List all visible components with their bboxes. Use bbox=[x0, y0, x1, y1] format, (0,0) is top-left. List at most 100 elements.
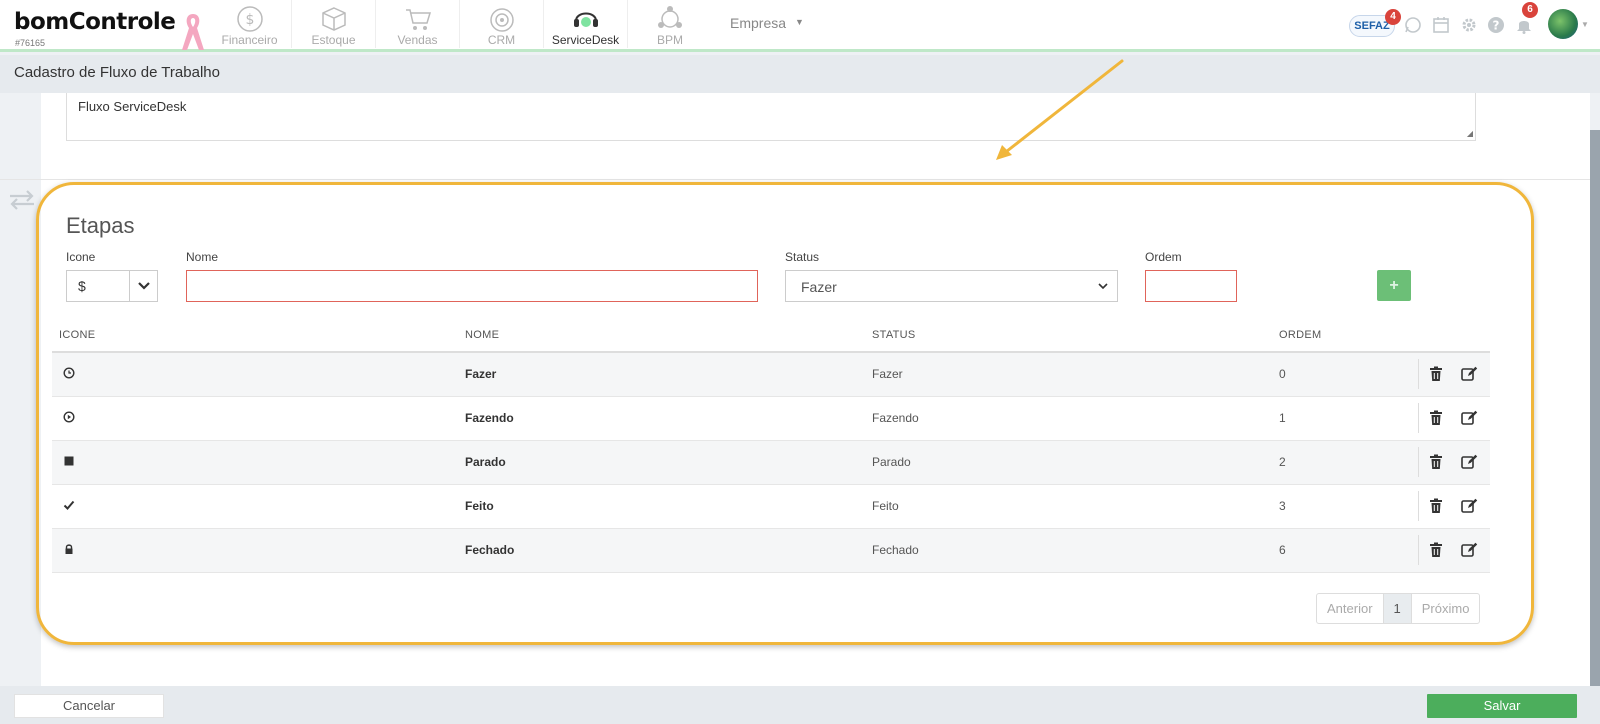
nav-servicedesk[interactable]: ServiceDesk bbox=[544, 0, 628, 48]
footer-bar: Cancelar Salvar bbox=[0, 686, 1600, 724]
ordem-input[interactable] bbox=[1145, 270, 1237, 302]
edit-icon[interactable] bbox=[1461, 410, 1478, 426]
trash-icon[interactable] bbox=[1429, 366, 1443, 382]
divider bbox=[0, 179, 1590, 180]
chevron-down-icon[interactable] bbox=[137, 277, 151, 295]
cancel-button[interactable]: Cancelar bbox=[14, 694, 164, 718]
edit-icon[interactable] bbox=[1461, 366, 1478, 382]
ordem-label: Ordem bbox=[1145, 250, 1182, 264]
table-header: ICONE NOME STATUS ORDEM bbox=[52, 320, 1490, 353]
add-etapa-button[interactable]: + bbox=[1377, 270, 1411, 301]
row-status: Feito bbox=[872, 499, 899, 513]
avatar[interactable] bbox=[1548, 9, 1578, 39]
nav-bpm[interactable]: BPM bbox=[628, 0, 712, 48]
table-row: Feito Feito 3 bbox=[52, 485, 1490, 529]
nav-estoque[interactable]: Estoque bbox=[292, 0, 376, 48]
nav-label: Vendas bbox=[397, 33, 438, 47]
sefaz-badge: 4 bbox=[1385, 9, 1401, 25]
row-status: Fechado bbox=[872, 543, 919, 557]
swap-arrows-icon[interactable] bbox=[8, 189, 36, 211]
pink-ribbon-icon bbox=[182, 14, 204, 50]
row-status: Fazer bbox=[872, 367, 903, 381]
svg-text:$: $ bbox=[246, 12, 255, 28]
trash-icon[interactable] bbox=[1429, 542, 1443, 558]
divider bbox=[1418, 403, 1419, 433]
nav-crm[interactable]: CRM bbox=[460, 0, 544, 48]
row-nome: Fazer bbox=[465, 367, 497, 381]
edit-icon[interactable] bbox=[1461, 542, 1478, 558]
divider bbox=[1418, 491, 1419, 521]
nome-input[interactable] bbox=[186, 270, 758, 302]
calendar-icon[interactable] bbox=[1432, 16, 1450, 34]
dollar-coin-icon: $ bbox=[237, 6, 263, 32]
table-row: Fazer Fazer 0 bbox=[52, 353, 1490, 397]
table-row: Fazendo Fazendo 1 bbox=[52, 397, 1490, 441]
clock-icon bbox=[63, 367, 75, 379]
brand-logo[interactable]: bomControle bbox=[14, 9, 176, 35]
table-row: Parado Parado 2 bbox=[52, 441, 1490, 485]
column-header: ICONE bbox=[59, 329, 96, 341]
caret-down-icon[interactable]: ▼ bbox=[1581, 20, 1589, 29]
nav-vendas[interactable]: Vendas bbox=[376, 0, 460, 48]
trash-icon[interactable] bbox=[1429, 454, 1443, 470]
nav-label: BPM bbox=[656, 33, 683, 47]
box-icon bbox=[322, 7, 346, 31]
icon-select-value: $ bbox=[78, 278, 86, 294]
nav-label: ServiceDesk bbox=[551, 33, 620, 47]
headset-icon bbox=[574, 12, 598, 27]
row-ordem: 3 bbox=[1279, 499, 1286, 513]
nav-financeiro[interactable]: $ Financeiro bbox=[208, 0, 292, 48]
row-ordem: 1 bbox=[1279, 411, 1286, 425]
section-title: Etapas bbox=[66, 213, 135, 238]
row-status: Parado bbox=[872, 455, 911, 469]
nav-label: CRM bbox=[487, 33, 516, 47]
row-nome: Fechado bbox=[465, 543, 515, 557]
page-title-bar: Cadastro de Fluxo de Trabalho bbox=[0, 55, 1600, 93]
description-textarea[interactable]: Fluxo ServiceDesk ◢ bbox=[66, 93, 1476, 141]
nav-label: Estoque bbox=[311, 33, 356, 47]
whatsapp-icon[interactable] bbox=[1404, 16, 1422, 34]
nav-label: Financeiro bbox=[221, 33, 278, 47]
help-icon[interactable]: ? bbox=[1487, 16, 1505, 34]
pagination: Anterior 1 Próximo bbox=[1316, 593, 1481, 624]
column-header: ORDEM bbox=[1279, 329, 1322, 341]
status-select[interactable]: Fazer bbox=[785, 270, 1118, 302]
icone-label: Icone bbox=[66, 250, 96, 264]
column-header: STATUS bbox=[872, 329, 916, 341]
column-header: NOME bbox=[465, 329, 500, 341]
edit-icon[interactable] bbox=[1461, 498, 1478, 514]
trash-icon[interactable] bbox=[1429, 498, 1443, 514]
status-label: Status bbox=[785, 250, 820, 264]
gear-icon[interactable] bbox=[1460, 16, 1478, 34]
table-row: Fechado Fechado 6 bbox=[52, 529, 1490, 573]
divider bbox=[129, 271, 130, 301]
status-select-value: Fazer bbox=[801, 279, 837, 295]
resize-handle-icon[interactable]: ◢ bbox=[1467, 129, 1473, 138]
row-ordem: 2 bbox=[1279, 455, 1286, 469]
empresa-dropdown[interactable]: Empresa bbox=[730, 15, 786, 31]
cart-icon bbox=[406, 9, 432, 30]
pagination-current[interactable]: 1 bbox=[1383, 594, 1412, 623]
network-icon bbox=[658, 6, 682, 28]
page-title: Cadastro de Fluxo de Trabalho bbox=[14, 64, 220, 81]
row-ordem: 0 bbox=[1279, 367, 1286, 381]
divider bbox=[1418, 359, 1419, 389]
play-circle-icon bbox=[63, 411, 75, 423]
icon-select[interactable]: $ bbox=[66, 270, 158, 302]
caret-down-icon[interactable]: ▼ bbox=[795, 17, 804, 27]
notifications-badge: 6 bbox=[1522, 2, 1538, 18]
trash-icon[interactable] bbox=[1429, 410, 1443, 426]
scrollbar[interactable] bbox=[1590, 130, 1600, 710]
pagination-next[interactable]: Próximo bbox=[1412, 594, 1480, 623]
pagination-prev[interactable]: Anterior bbox=[1317, 594, 1384, 623]
bell-icon[interactable] bbox=[1515, 16, 1533, 34]
row-status: Fazendo bbox=[872, 411, 919, 425]
row-ordem: 6 bbox=[1279, 543, 1286, 557]
edit-icon[interactable] bbox=[1461, 454, 1478, 470]
save-button[interactable]: Salvar bbox=[1427, 694, 1577, 718]
target-icon bbox=[490, 8, 514, 32]
chevron-down-icon[interactable] bbox=[1097, 280, 1109, 292]
annotation-arrow bbox=[996, 59, 1124, 160]
row-nome: Fazendo bbox=[465, 411, 514, 425]
description-value: Fluxo ServiceDesk bbox=[78, 99, 187, 114]
